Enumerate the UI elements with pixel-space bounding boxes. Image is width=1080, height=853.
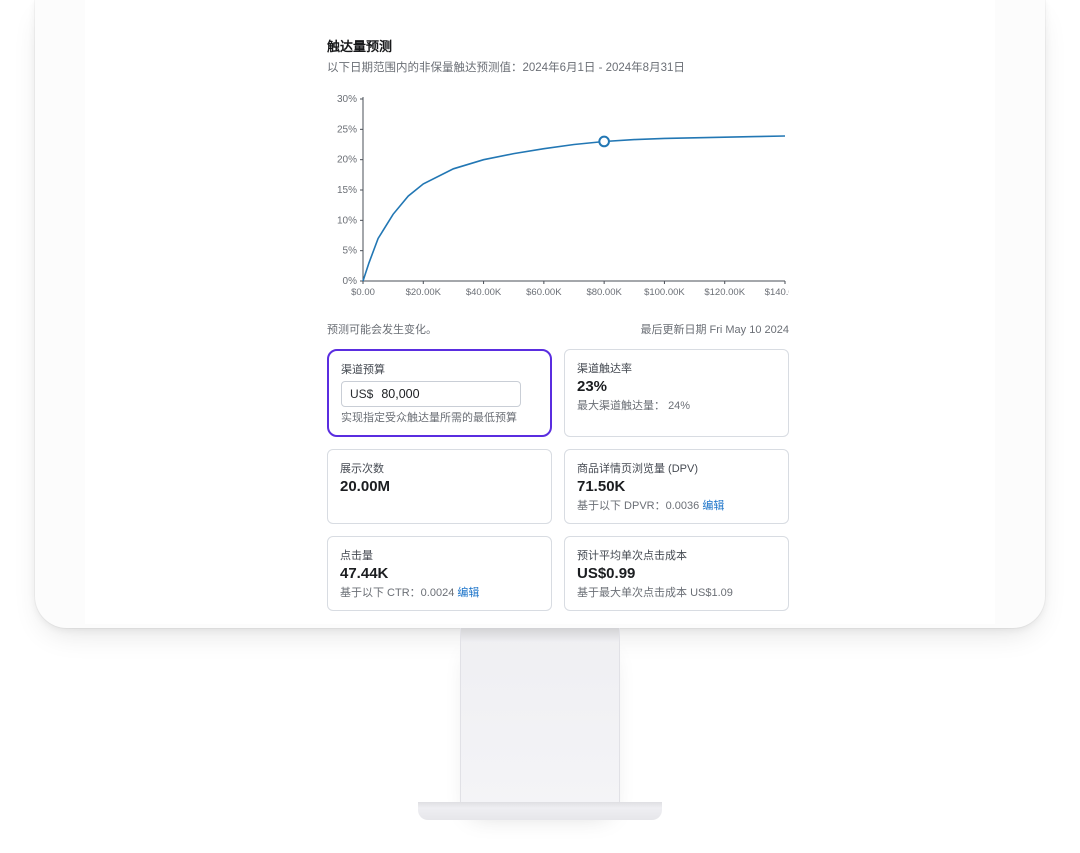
cpc-meta-value: US$1.09 xyxy=(690,587,733,599)
svg-text:$120.00K: $120.00K xyxy=(704,287,745,298)
dpv-edit-link[interactable]: 编辑 xyxy=(702,500,724,512)
svg-text:$40.00K: $40.00K xyxy=(466,287,502,298)
content-panel: 触达量预测 以下日期范围内的非保量触达预测值：2024年6月1日 - 2024年… xyxy=(85,0,995,624)
monitor-base xyxy=(418,802,662,820)
metric-cards: 渠道预算 US$ 实现指定受众触达量所需的最低预算 渠道触达率 23% 最大渠道… xyxy=(327,349,789,611)
last-updated: 最后更新日期 Fri May 10 2024 xyxy=(640,321,789,337)
cpc-value: US$0.99 xyxy=(577,565,776,582)
monitor-screen: 触达量预测 以下日期范围内的非保量触达预测值：2024年6月1日 - 2024年… xyxy=(35,0,1045,628)
svg-text:$80.00K: $80.00K xyxy=(586,287,622,298)
impressions-label: 展示次数 xyxy=(340,460,539,476)
clicks-label: 点击量 xyxy=(340,547,539,563)
svg-text:15%: 15% xyxy=(337,185,357,196)
dpv-meta-value: 0.0036 xyxy=(666,500,700,512)
dpv-value: 71.50K xyxy=(577,478,776,495)
svg-text:$20.00K: $20.00K xyxy=(406,287,442,298)
clicks-edit-link[interactable]: 编辑 xyxy=(457,587,479,599)
card-clicks: 点击量 47.44K 基于以下 CTR：0.0024 编辑 xyxy=(327,536,552,611)
last-updated-value: Fri May 10 2024 xyxy=(710,324,789,336)
svg-text:20%: 20% xyxy=(337,155,357,166)
subtitle-prefix: 以下日期范围内的非保量触达预测值： xyxy=(327,62,523,74)
svg-text:0%: 0% xyxy=(343,276,358,287)
card-impressions: 展示次数 20.00M xyxy=(327,449,552,524)
svg-text:30%: 30% xyxy=(337,94,357,105)
svg-text:5%: 5% xyxy=(343,246,358,257)
budget-label: 渠道预算 xyxy=(341,361,538,377)
monitor-stem xyxy=(460,628,620,808)
cpc-meta: 基于最大单次点击成本 US$1.09 xyxy=(577,584,776,600)
dpv-meta: 基于以下 DPVR：0.0036 编辑 xyxy=(577,497,776,513)
cpc-meta-label: 基于最大单次点击成本 xyxy=(577,587,687,599)
page-subtitle: 以下日期范围内的非保量触达预测值：2024年6月1日 - 2024年8月31日 xyxy=(327,59,789,75)
svg-text:25%: 25% xyxy=(337,124,357,135)
clicks-value: 47.44K xyxy=(340,565,539,582)
svg-text:$140.00K: $140.00K xyxy=(765,287,789,298)
page-title: 触达量预测 xyxy=(327,36,789,55)
clicks-meta-value: 0.0024 xyxy=(421,587,455,599)
budget-input[interactable] xyxy=(381,387,512,401)
reach-meta: 最大渠道触达量： 24% xyxy=(577,397,776,413)
budget-input-wrapper[interactable]: US$ xyxy=(341,381,521,407)
card-dpv: 商品详情页浏览量 (DPV) 71.50K 基于以下 DPVR：0.0036 编… xyxy=(564,449,789,524)
svg-text:$100.00K: $100.00K xyxy=(644,287,685,298)
reach-label: 渠道触达率 xyxy=(577,360,776,376)
card-cpc: 预计平均单次点击成本 US$0.99 基于最大单次点击成本 US$1.09 xyxy=(564,536,789,611)
impressions-value: 20.00M xyxy=(340,478,539,495)
reach-forecast-chart: 0%5%10%15%20%25%30%$0.00$20.00K$40.00K$6… xyxy=(327,93,789,293)
dpv-label: 商品详情页浏览量 (DPV) xyxy=(577,460,776,476)
reach-value: 23% xyxy=(577,378,776,395)
reach-meta-label: 最大渠道触达量： xyxy=(577,400,665,412)
last-updated-label: 最后更新日期 xyxy=(640,324,706,336)
chart-svg: 0% 5% 10% 15% 20% 25% 30% $0.00 $20.00K $40.00K $6… xyxy=(327,93,789,303)
budget-currency-prefix: US$ xyxy=(350,387,373,401)
clicks-meta-label: 基于以下 CTR： xyxy=(340,587,421,599)
forecast-disclaimer: 预测可能会发生变化。 xyxy=(327,321,437,337)
cpc-label: 预计平均单次点击成本 xyxy=(577,547,776,563)
budget-hint: 实现指定受众触达量所需的最低预算 xyxy=(341,409,538,425)
clicks-meta: 基于以下 CTR：0.0024 编辑 xyxy=(340,584,539,600)
svg-text:10%: 10% xyxy=(337,215,357,226)
reach-meta-value: 24% xyxy=(668,400,690,412)
card-channel-reach: 渠道触达率 23% 最大渠道触达量： 24% xyxy=(564,349,789,437)
svg-text:$0.00: $0.00 xyxy=(351,287,375,298)
card-channel-budget: 渠道预算 US$ 实现指定受众触达量所需的最低预算 xyxy=(327,349,552,437)
subtitle-dates: 2024年6月1日 - 2024年8月31日 xyxy=(523,62,685,74)
dpv-meta-label: 基于以下 DPVR： xyxy=(577,500,666,512)
svg-text:$60.00K: $60.00K xyxy=(526,287,562,298)
